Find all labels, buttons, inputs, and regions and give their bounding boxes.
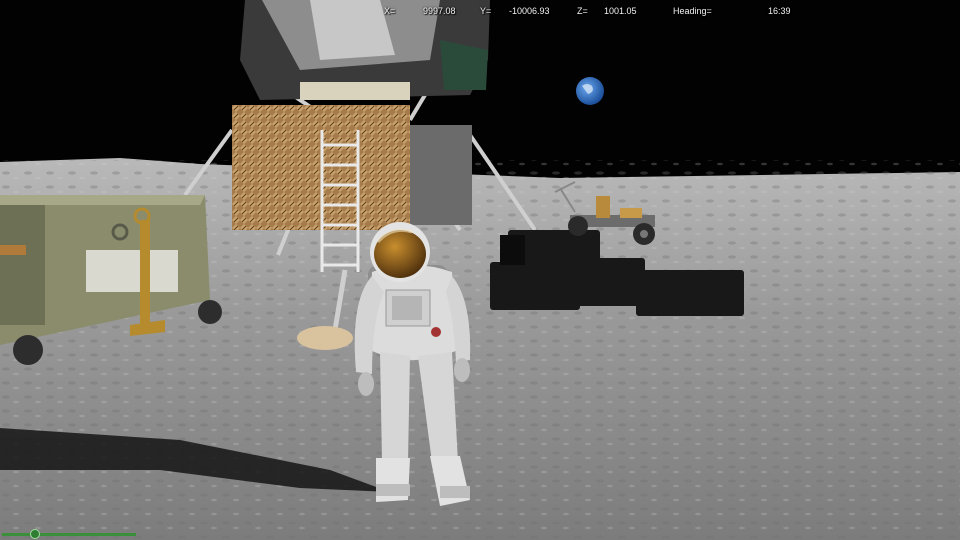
y-label: Y= [480, 6, 492, 16]
heading-label: Heading= [673, 6, 712, 16]
x-label: X= [384, 6, 396, 16]
z-value: 1001.05 [604, 6, 637, 16]
z-label: Z= [577, 6, 588, 16]
game-clock: 16:39 [768, 6, 791, 16]
player-blip-icon [30, 529, 40, 539]
coordinate-hud: X= 9997.08 Y= -10006.93 Z= 1001.05 Headi… [0, 6, 960, 20]
x-value: 9997.08 [423, 6, 456, 16]
y-value: -10006.93 [509, 6, 550, 16]
game-scene [0, 0, 960, 540]
landing-pad [297, 326, 353, 350]
health-bar [2, 533, 136, 536]
minimap [0, 528, 138, 540]
